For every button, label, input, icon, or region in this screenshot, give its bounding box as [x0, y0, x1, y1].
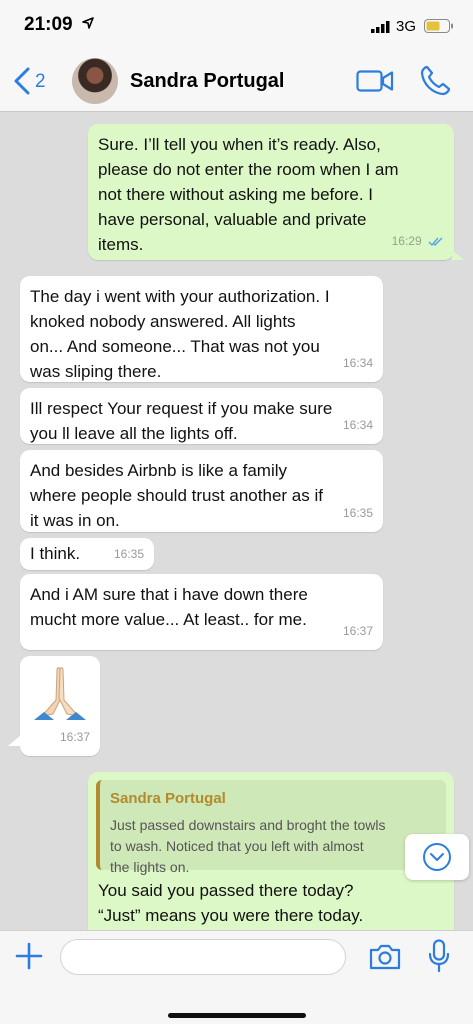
scroll-to-bottom-button[interactable]: [405, 834, 469, 880]
message-incoming[interactable]: I think. 16:35: [20, 538, 154, 570]
message-time: 16:29: [392, 229, 444, 254]
message-time: 16:34: [342, 356, 373, 370]
message-time: 16:35: [113, 547, 144, 561]
camera-icon[interactable]: [368, 943, 402, 971]
message-text: You said you passed there today? “Just” …: [98, 881, 364, 925]
message-time: 16:37: [342, 624, 373, 638]
home-indicator: [168, 1013, 306, 1018]
microphone-icon[interactable]: [428, 939, 450, 973]
folded-hands-icon: [34, 667, 86, 720]
message-text: And besides Airbnb is like a family wher…: [30, 461, 323, 530]
phone-icon[interactable]: [418, 64, 452, 98]
message-time: 16:35: [342, 506, 373, 520]
back-button[interactable]: [10, 64, 54, 98]
read-receipt-icon: [428, 237, 443, 246]
message-list[interactable]: Sure. I’ll tell you when it’s ready. Als…: [0, 112, 473, 930]
signal-strength-icon: [371, 21, 390, 33]
video-camera-icon[interactable]: [356, 68, 394, 94]
message-input[interactable]: [60, 939, 346, 975]
message-incoming-emoji[interactable]: 16:37: [20, 656, 100, 756]
message-time-text: 16:29: [391, 234, 422, 248]
status-bar: 21:09 3G: [0, 0, 473, 50]
contact-name[interactable]: Sandra Portugal: [130, 70, 284, 93]
message-incoming[interactable]: The day i went with your authorization. …: [20, 276, 383, 382]
quoted-message[interactable]: Sandra Portugal Just passed downstairs a…: [96, 780, 446, 875]
message-text: And i AM sure that i have down there muc…: [30, 585, 308, 629]
battery-icon: [424, 19, 453, 33]
quoted-text: Just passed downstairs and broght the to…: [110, 817, 386, 875]
location-arrow-icon: [82, 17, 94, 29]
message-text: Ill respect Your request if you make sur…: [30, 399, 333, 443]
message-incoming[interactable]: And besides Airbnb is like a family wher…: [20, 450, 383, 532]
message-input-bar: [0, 930, 473, 1024]
message-outgoing[interactable]: Sure. I’ll tell you when it’s ready. Als…: [88, 124, 454, 260]
status-time: 21:09: [24, 14, 73, 35]
message-time: 16:37: [59, 730, 90, 744]
quoted-author: Sandra Portugal: [110, 790, 226, 807]
message-incoming[interactable]: And i AM sure that i have down there muc…: [20, 574, 383, 650]
chat-header: 2 Sandra Portugal: [0, 50, 473, 112]
bubble-tail: [8, 736, 20, 746]
avatar[interactable]: [72, 58, 118, 104]
bubble-tail: [452, 250, 464, 260]
chevron-down-icon: [423, 843, 451, 871]
message-time: 16:34: [342, 418, 373, 432]
plus-icon[interactable]: [14, 941, 44, 971]
message-text: The day i went with your authorization. …: [30, 287, 330, 381]
network-type: 3G: [396, 18, 417, 35]
message-incoming[interactable]: Ill respect Your request if you make sur…: [20, 388, 383, 444]
unread-count[interactable]: 2: [35, 71, 46, 93]
message-outgoing-reply[interactable]: Sandra Portugal Just passed downstairs a…: [88, 772, 454, 930]
